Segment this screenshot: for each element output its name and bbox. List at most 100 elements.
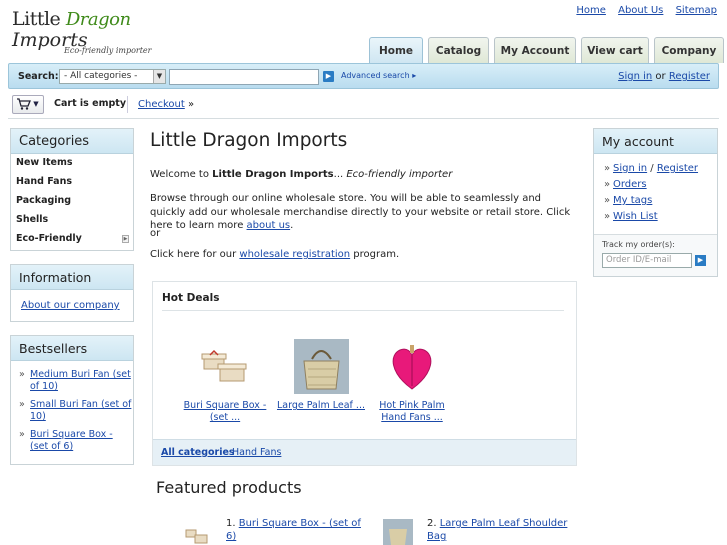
tab-view-cart[interactable]: View cart	[581, 37, 649, 63]
top-link-home[interactable]: Home	[576, 5, 606, 16]
track-label: Track my order(s):	[602, 240, 675, 249]
arrow-right-icon: ▶	[325, 72, 332, 80]
list-item: Sign in / Register	[604, 163, 717, 179]
arrow-right-icon: ▶	[697, 256, 704, 264]
track-orders: Track my order(s): Order ID/E-mail ▶	[594, 234, 717, 276]
divider	[162, 310, 564, 311]
featured-item: 2. Large Palm Leaf Shoulder Bag	[427, 518, 568, 542]
bestseller-link[interactable]: Medium Buri Fan (set of 10)	[30, 369, 131, 392]
chevron-down-icon: ▼	[33, 100, 39, 108]
hot-deal-item: Large Palm Leaf ...	[271, 339, 371, 412]
page-title: Little Dragon Imports	[150, 130, 348, 151]
featured-products-title: Featured products	[156, 478, 302, 497]
category-hand-fans[interactable]: Hand Fans	[11, 173, 133, 192]
featured-item: 1. Buri Square Box - (set of 6)	[226, 518, 361, 542]
search-label: Search:	[18, 71, 59, 82]
cart-icon	[17, 97, 32, 110]
information-box: Information About our company	[10, 264, 134, 322]
list-item: Orders	[604, 179, 717, 195]
categories-box: Categories New Items Hand Fans Packaging…	[10, 128, 134, 251]
bestseller-link[interactable]: Buri Square Box - (set of 6)	[30, 429, 113, 452]
my-account-box: My account Sign in / Register Orders My …	[593, 128, 718, 277]
top-link-about[interactable]: About Us	[618, 5, 663, 16]
account-register-link[interactable]: Register	[657, 163, 698, 174]
registration-text: Click here for our wholesale registratio…	[150, 249, 400, 260]
category-new-items[interactable]: New Items	[11, 154, 133, 173]
site-logo[interactable]: Little Dragon Imports Eco-friendly impor…	[12, 6, 152, 58]
hot-deal-link[interactable]: Buri Square Box - (set ...	[175, 400, 275, 424]
pink-fan-image[interactable]	[385, 339, 440, 394]
my-account-title: My account	[594, 129, 717, 154]
signin-link[interactable]: Sign in	[618, 71, 652, 82]
categories-title: Categories	[11, 129, 133, 154]
filter-hand-fans[interactable]: Hand Fans	[232, 447, 281, 458]
tab-catalog[interactable]: Catalog	[428, 37, 489, 63]
category-select[interactable]: - All categories - ▼	[59, 69, 166, 84]
list-item: My tags	[604, 195, 717, 211]
list-item: Wish List	[604, 211, 717, 227]
hot-deals-filter-bar: All categories Hand Fans	[153, 439, 576, 465]
cart-status: Cart is empty	[54, 98, 127, 109]
track-order-input[interactable]: Order ID/E-mail	[602, 253, 692, 268]
bestsellers-box: Bestsellers Medium Buri Fan (set of 10) …	[10, 335, 134, 465]
welcome-site-name: Little Dragon Imports	[212, 169, 334, 180]
category-shells[interactable]: Shells	[11, 211, 133, 230]
account-links: Sign in / Register Orders My tags Wish L…	[604, 163, 717, 227]
logo-word-dragon: Dragon	[65, 9, 131, 30]
list-item: Medium Buri Fan (set of 10)	[19, 369, 133, 393]
featured-bag-thumb[interactable]	[383, 519, 413, 545]
hot-deal-item: Buri Square Box - (set ...	[175, 339, 275, 424]
signin-register: Sign in or Register	[618, 71, 710, 82]
about-company-link[interactable]: About our company	[21, 300, 133, 311]
account-signin-link[interactable]: Sign in	[613, 163, 647, 174]
main-tabs: Home Catalog My Account View cart Compan…	[369, 37, 727, 63]
cart-button[interactable]: ▼	[12, 95, 44, 114]
hot-deal-link[interactable]: Hot Pink Palm Hand Fans ...	[362, 400, 462, 424]
welcome-text: Welcome to Little Dragon Imports... Eco-…	[150, 169, 453, 180]
hot-deal-link[interactable]: Large Palm Leaf ...	[271, 400, 371, 412]
featured-box-thumb[interactable]	[184, 524, 210, 545]
my-tags-link[interactable]: My tags	[613, 195, 652, 206]
hot-deal-item: Hot Pink Palm Hand Fans ...	[362, 339, 462, 424]
tab-company[interactable]: Company	[654, 37, 724, 63]
chevron-down-icon: ▼	[153, 70, 165, 83]
cart-bar: ▼ Cart is empty Checkout »	[8, 91, 719, 119]
hot-deals-panel: Hot Deals Buri Square Box - (set ... Larg…	[152, 281, 577, 466]
chevron-right-icon: ▸	[412, 71, 417, 80]
featured-link[interactable]: Large Palm Leaf Shoulder Bag	[427, 518, 567, 542]
track-go-button[interactable]: ▶	[695, 255, 706, 266]
bestseller-link[interactable]: Small Buri Fan (set of 10)	[30, 399, 131, 422]
slash-separator: /	[650, 163, 654, 174]
top-links: Home About Us Sitemap	[567, 5, 717, 16]
filter-all-categories[interactable]: All categories	[161, 447, 235, 458]
register-link[interactable]: Register	[669, 71, 710, 82]
top-link-sitemap[interactable]: Sitemap	[676, 5, 717, 16]
checkout-link[interactable]: Checkout	[138, 99, 185, 110]
category-packaging[interactable]: Packaging	[11, 192, 133, 211]
welcome-tagline: Eco-friendly importer	[346, 169, 453, 180]
palm-bag-image[interactable]	[293, 339, 349, 394]
wish-list-link[interactable]: Wish List	[613, 211, 658, 222]
double-chevron-icon: »	[187, 99, 195, 110]
information-title: Information	[11, 265, 133, 290]
hot-deals-title: Hot Deals	[162, 292, 220, 304]
wholesale-registration-link[interactable]: wholesale registration	[239, 249, 350, 260]
checkout-link-wrap: Checkout »	[127, 96, 194, 113]
bestsellers-title: Bestsellers	[11, 336, 133, 361]
list-item: Buri Square Box - (set of 6)	[19, 429, 133, 453]
bestsellers-list: Medium Buri Fan (set of 10) Small Buri F…	[19, 369, 133, 453]
category-eco-friendly[interactable]: Eco-Friendly ▶	[11, 230, 133, 249]
search-bar: Search: - All categories - ▼ ▶ Advanced …	[8, 63, 719, 89]
logo-tagline: Eco-friendly importer	[64, 46, 152, 55]
buri-box-image[interactable]	[198, 339, 253, 394]
search-input[interactable]	[169, 69, 319, 85]
advanced-search-link[interactable]: Advanced search ▸	[341, 71, 416, 80]
orders-link[interactable]: Orders	[613, 179, 647, 190]
featured-link[interactable]: Buri Square Box - (set of 6)	[226, 518, 361, 542]
search-go-button[interactable]: ▶	[323, 71, 334, 82]
or-text: or	[150, 228, 161, 239]
tab-home[interactable]: Home	[369, 37, 423, 63]
tab-my-account[interactable]: My Account	[494, 37, 576, 63]
submenu-arrow-icon: ▶	[122, 235, 129, 243]
list-item: Small Buri Fan (set of 10)	[19, 399, 133, 423]
